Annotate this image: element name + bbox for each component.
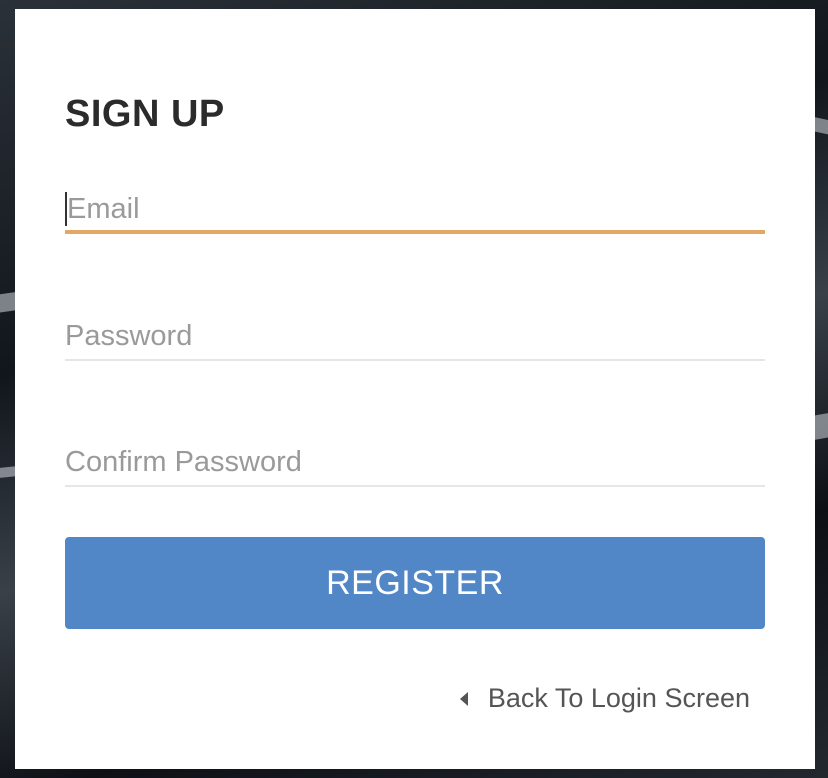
confirm-password-underline [65, 485, 765, 487]
back-to-login-link[interactable]: Back To Login Screen [459, 683, 750, 714]
page-title: SIGN UP [65, 93, 225, 135]
back-to-login-label: Back To Login Screen [487, 683, 750, 713]
email-underline [65, 230, 765, 234]
password-field[interactable] [65, 311, 765, 361]
email-field[interactable] [65, 184, 765, 234]
signup-card: SIGN UP REGISTER Back To Login Screen [15, 9, 815, 769]
confirm-password-field-wrapper [65, 437, 765, 487]
confirm-password-field[interactable] [65, 437, 765, 487]
register-button[interactable]: REGISTER [65, 537, 765, 629]
password-underline [65, 359, 765, 361]
text-cursor [65, 192, 67, 226]
password-field-wrapper [65, 311, 765, 361]
caret-left-icon [459, 691, 468, 706]
email-field-wrapper [65, 184, 765, 234]
